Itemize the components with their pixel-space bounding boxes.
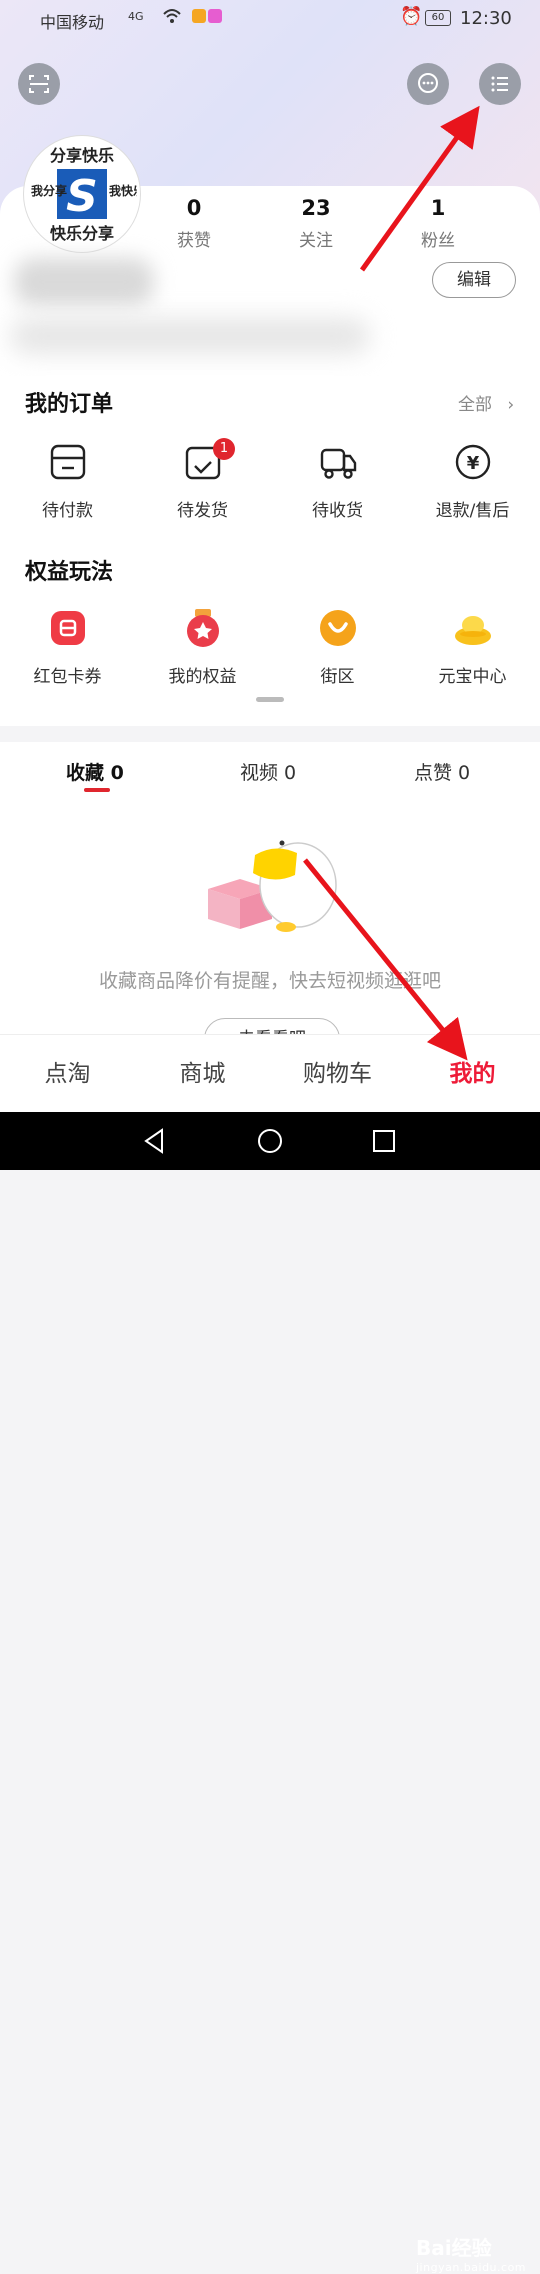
watermark-brand: Bai经验: [416, 2236, 492, 2260]
back-icon: [144, 1128, 163, 1154]
system-nav-bar: Bai经验 jingyan.baidu.com: [0, 1112, 540, 2274]
arrow-to-mine: [303, 858, 468, 1061]
recents-icon: [373, 1130, 395, 1152]
watermark: Bai经验 jingyan.baidu.com: [416, 2232, 526, 2274]
home-icon: [258, 1129, 282, 1153]
annotation-arrows: [303, 105, 480, 1061]
watermark-url: jingyan.baidu.com: [416, 2261, 527, 2274]
arrow-to-menu: [359, 105, 480, 272]
